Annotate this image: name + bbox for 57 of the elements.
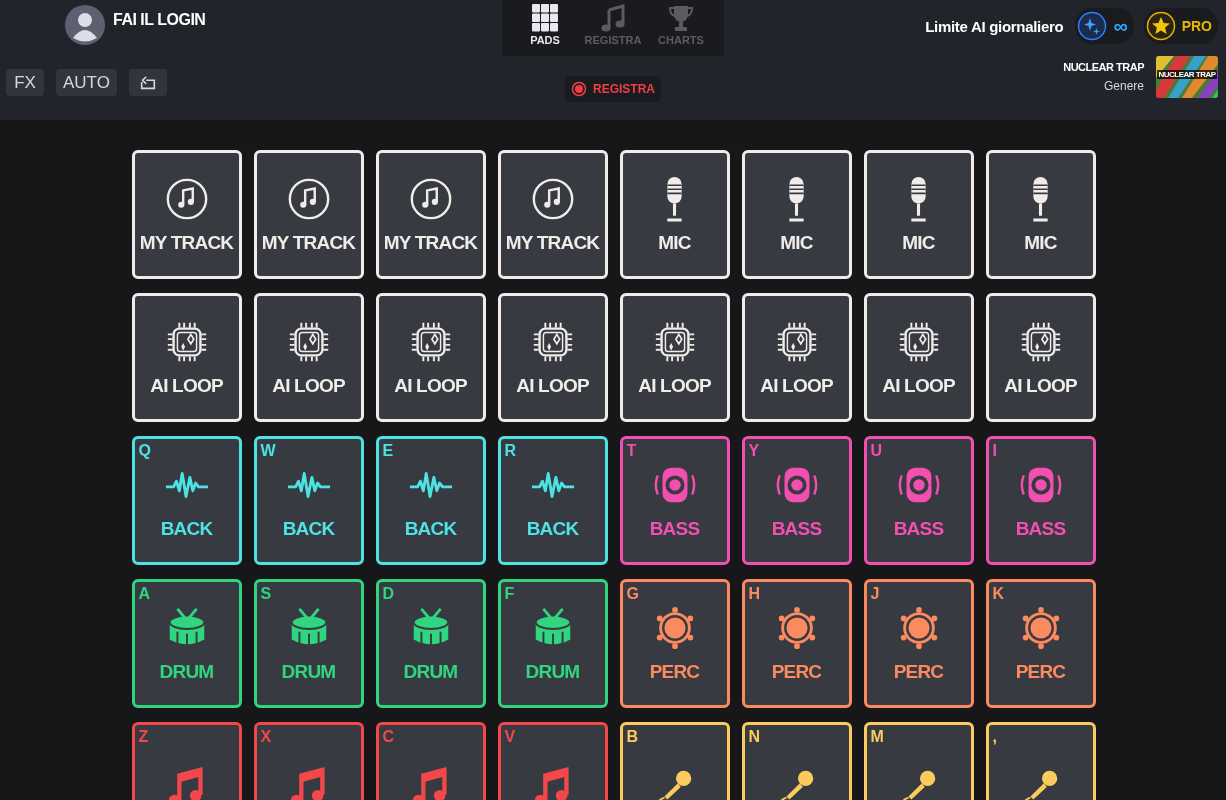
login-link[interactable]: FAI IL LOGIN	[113, 11, 206, 29]
sound-pad[interactable]: K PERC	[985, 579, 1096, 708]
sound-pad[interactable]: MIC	[863, 150, 974, 279]
grid-icon	[532, 4, 558, 32]
sound-pad[interactable]: H PERC	[741, 579, 852, 708]
sound-pad[interactable]: U BASS	[863, 436, 974, 565]
undo-button[interactable]	[128, 69, 167, 96]
sound-pad[interactable]: AI LOOP	[375, 293, 486, 422]
music-note-icon	[600, 4, 626, 32]
genre-caption: Genere	[1103, 79, 1144, 93]
record-icon	[571, 81, 587, 97]
ai-limit-badge[interactable]: ∞	[1075, 8, 1134, 44]
sound-pad[interactable]: AI LOOP	[985, 293, 1096, 422]
sound-pad[interactable]: MY TRACK	[253, 150, 364, 279]
sound-pad[interactable]: AI LOOP	[253, 293, 364, 422]
sound-pad[interactable]: AI LOOP	[741, 293, 852, 422]
tool-button[interactable]: AUTO	[56, 69, 117, 96]
sound-pad[interactable]: E BACK	[375, 436, 486, 565]
sound-pad[interactable]: I BASS	[985, 436, 1096, 565]
tool-button[interactable]: FX	[6, 69, 44, 96]
sound-pad[interactable]: W BACK	[253, 436, 364, 565]
sound-pad[interactable]: ,	[985, 722, 1096, 800]
sound-pad[interactable]: S DRUM	[253, 579, 364, 708]
sound-pad[interactable]: AI LOOP	[131, 293, 242, 422]
genre-thumbnail-label: NUCLEAR TRAP	[1157, 70, 1217, 79]
sound-pad[interactable]: MY TRACK	[375, 150, 486, 279]
sound-pad[interactable]: AI LOOP	[619, 293, 730, 422]
pro-badge[interactable]: PRO	[1143, 8, 1218, 44]
sound-pad[interactable]: G PERC	[619, 579, 730, 708]
sound-pad[interactable]: F DRUM	[497, 579, 608, 708]
sound-pad[interactable]: J PERC	[863, 579, 974, 708]
sound-pad[interactable]: MY TRACK	[497, 150, 608, 279]
sound-pad[interactable]: MIC	[741, 150, 852, 279]
sound-pad[interactable]: AI LOOP	[863, 293, 974, 422]
ai-limit-label: Limite AI giornaliero	[925, 17, 1064, 35]
microphone-icon	[909, 175, 928, 222]
sound-pad[interactable]: A DRUM	[131, 579, 242, 708]
microphone-icon	[1031, 175, 1050, 222]
sound-pad[interactable]: T BASS	[619, 436, 730, 565]
sound-pad[interactable]: D DRUM	[375, 579, 486, 708]
sound-pad[interactable]: MY TRACK	[131, 150, 242, 279]
sound-pad[interactable]: Y BASS	[741, 436, 852, 565]
nav-tab[interactable]: PADS	[516, 4, 574, 52]
sound-pad[interactable]: B	[619, 722, 730, 800]
sound-pad[interactable]: N	[741, 722, 852, 800]
avatar-icon[interactable]	[65, 3, 105, 47]
genre-name: NUCLEAR TRAP	[1063, 61, 1144, 73]
trophy-icon	[668, 4, 694, 32]
sound-pad[interactable]: M	[863, 722, 974, 800]
sound-pad[interactable]: MIC	[985, 150, 1096, 279]
sound-pad[interactable]: AI LOOP	[497, 293, 608, 422]
microphone-icon	[665, 175, 684, 222]
sound-pad[interactable]: R BACK	[497, 436, 608, 565]
sound-pad[interactable]: MIC	[619, 150, 730, 279]
record-button[interactable]: REGISTRA	[565, 76, 661, 102]
microphone-icon	[787, 175, 806, 222]
sound-pad[interactable]: Q BACK	[131, 436, 242, 565]
